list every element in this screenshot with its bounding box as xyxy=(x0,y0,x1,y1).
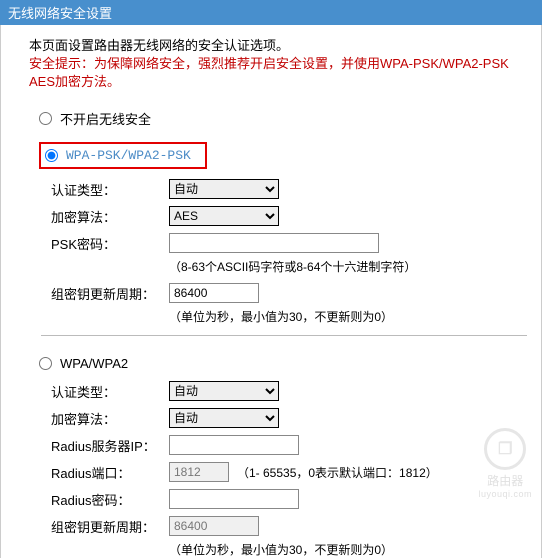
radius-pwd-input[interactable] xyxy=(169,489,299,509)
wpa-gk-label: 组密钥更新周期： xyxy=(51,517,169,536)
radius-port-hint: （1- 65535，0表示默认端口：1812） xyxy=(237,464,438,481)
radio-none-label: 不开启无线安全 xyxy=(60,109,151,128)
panel-title: 无线网络安全设置 xyxy=(0,0,542,25)
wpa-auth-label: 认证类型： xyxy=(51,382,169,401)
psk-pwd-hint: （8-63个ASCII码字符或8-64个十六进制字符） xyxy=(169,258,541,275)
psk-fields: 认证类型： 自动 加密算法： AES PSK密码： （8-63个ASCII码字符… xyxy=(51,177,541,325)
settings-panel: 无线网络安全设置 本页面设置路由器无线网络的安全认证选项。 安全提示：为保障网络… xyxy=(0,0,542,558)
psk-gk-input[interactable] xyxy=(169,283,259,303)
psk-password-input[interactable] xyxy=(169,233,379,253)
radio-none[interactable] xyxy=(39,112,52,125)
radius-pwd-label: Radius密码： xyxy=(51,490,169,509)
radio-wpa[interactable] xyxy=(39,357,52,370)
wpa-enc-label: 加密算法： xyxy=(51,409,169,428)
wpa-fields: 认证类型： 自动 加密算法： 自动 Radius服务器IP： Radius xyxy=(51,379,541,558)
option-wpa-block: WPA/WPA2 认证类型： 自动 加密算法： 自动 Radius服务器IP： xyxy=(1,346,541,558)
psk-auth-select[interactable]: 自动 xyxy=(169,179,279,199)
psk-gk-label: 组密钥更新周期： xyxy=(51,284,169,303)
psk-auth-label: 认证类型： xyxy=(51,180,169,199)
description-text: 本页面设置路由器无线网络的安全认证选项。 xyxy=(29,37,521,55)
psk-enc-label: 加密算法： xyxy=(51,207,169,226)
wpa-enc-select[interactable]: 自动 xyxy=(169,408,279,428)
option-none-block: 不开启无线安全 xyxy=(1,99,541,132)
radius-ip-input[interactable] xyxy=(169,435,299,455)
psk-pwd-label: PSK密码： xyxy=(51,234,169,253)
description-block: 本页面设置路由器无线网络的安全认证选项。 安全提示：为保障网络安全，强烈推荐开启… xyxy=(1,25,541,99)
radio-psk[interactable] xyxy=(45,149,58,162)
wpa-gk-input[interactable] xyxy=(169,516,259,536)
wpa-gk-hint: （单位为秒，最小值为30，不更新则为0） xyxy=(169,541,541,558)
radius-port-input[interactable] xyxy=(169,462,229,482)
radius-ip-label: Radius服务器IP： xyxy=(51,436,169,455)
psk-gk-hint: （单位为秒，最小值为30，不更新则为0） xyxy=(169,308,541,325)
separator xyxy=(41,335,527,336)
option-psk-block: WPA-PSK/WPA2-PSK 认证类型： 自动 加密算法： AES xyxy=(1,132,541,325)
psk-enc-select[interactable]: AES xyxy=(169,206,279,226)
radio-wpa-label: WPA/WPA2 xyxy=(60,356,128,371)
highlight-box: WPA-PSK/WPA2-PSK xyxy=(39,142,207,169)
radius-port-label: Radius端口： xyxy=(51,463,169,482)
wpa-auth-select[interactable]: 自动 xyxy=(169,381,279,401)
security-warning: 安全提示：为保障网络安全，强烈推荐开启安全设置，并使用WPA-PSK/WPA2-… xyxy=(29,55,521,91)
panel-content: 本页面设置路由器无线网络的安全认证选项。 安全提示：为保障网络安全，强烈推荐开启… xyxy=(0,25,542,558)
radio-psk-label: WPA-PSK/WPA2-PSK xyxy=(66,148,191,163)
